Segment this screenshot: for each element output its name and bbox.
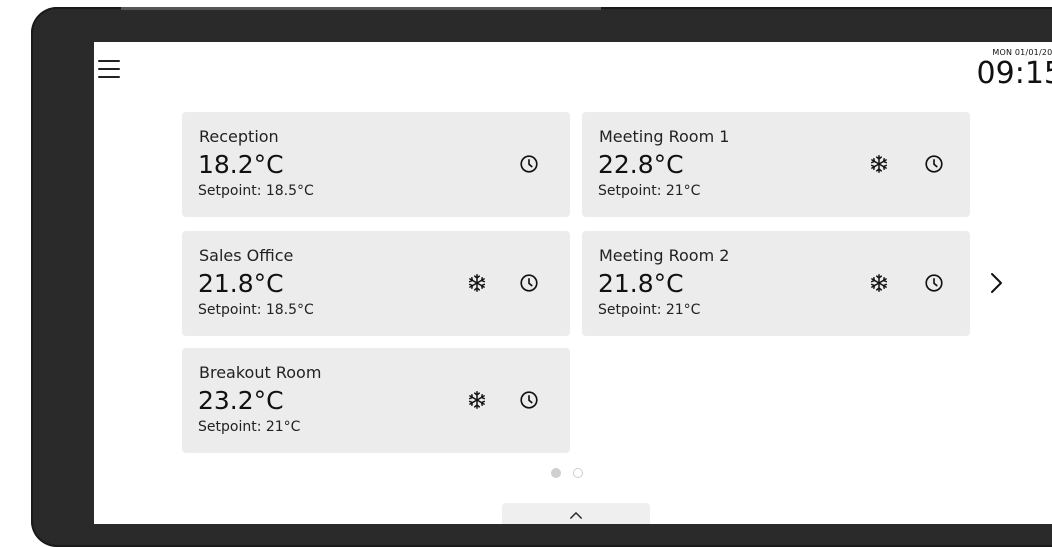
chevron-right-icon — [991, 273, 1002, 293]
clock-icon[interactable] — [922, 271, 946, 295]
room-name: Meeting Room 2 — [599, 246, 730, 265]
room-name: Reception — [199, 127, 279, 146]
drawer-toggle-button[interactable] — [502, 503, 650, 524]
time-label: 09:15 — [976, 56, 1052, 91]
page-dot-2[interactable] — [573, 468, 583, 478]
room-temperature: 21.8°C — [198, 269, 284, 298]
room-setpoint: Setpoint: 18.5°C — [198, 302, 314, 318]
room-temperature: 21.8°C — [598, 269, 684, 298]
room-temperature: 23.2°C — [198, 386, 284, 415]
thermostat-screen: MON 01/01/2024 09:15 Reception 18.2°C Se… — [94, 42, 1052, 524]
tablet-bezel: MON 01/01/2024 09:15 Reception 18.2°C Se… — [31, 7, 1052, 547]
hamburger-menu-icon-bar-1 — [98, 60, 120, 62]
room-setpoint: Setpoint: 21°C — [598, 302, 701, 318]
room-temperature: 22.8°C — [598, 150, 684, 179]
clock-icon[interactable] — [517, 388, 541, 412]
hamburger-menu-icon-bar-3 — [98, 76, 120, 78]
chevron-up-icon — [570, 511, 582, 519]
room-setpoint: Setpoint: 18.5°C — [198, 183, 314, 199]
snowflake-icon — [867, 271, 891, 295]
snowflake-icon — [465, 271, 489, 295]
room-name: Meeting Room 1 — [599, 127, 730, 146]
room-temperature: 18.2°C — [198, 150, 284, 179]
clock-icon[interactable] — [517, 271, 541, 295]
menu-button[interactable] — [98, 58, 120, 80]
room-card-meeting-room-1[interactable]: Meeting Room 1 22.8°C Setpoint: 21°C — [582, 112, 970, 217]
next-page-button[interactable] — [985, 270, 1007, 296]
page-indicator — [551, 468, 583, 478]
clock-icon[interactable] — [922, 152, 946, 176]
room-card-sales-office[interactable]: Sales Office 21.8°C Setpoint: 18.5°C — [182, 231, 570, 336]
room-setpoint: Setpoint: 21°C — [198, 419, 301, 435]
room-card-meeting-room-2[interactable]: Meeting Room 2 21.8°C Setpoint: 21°C — [582, 231, 970, 336]
clock-icon[interactable] — [517, 152, 541, 176]
room-name: Sales Office — [199, 246, 294, 265]
snowflake-icon — [867, 152, 891, 176]
page-dot-1[interactable] — [551, 468, 561, 478]
bezel-ridge — [121, 7, 601, 10]
snowflake-icon — [465, 388, 489, 412]
room-name: Breakout Room — [199, 363, 322, 382]
room-card-breakout-room[interactable]: Breakout Room 23.2°C Setpoint: 21°C — [182, 348, 570, 453]
room-setpoint: Setpoint: 21°C — [598, 183, 701, 199]
datetime-display: MON 01/01/2024 09:15 — [977, 48, 1052, 89]
room-card-reception[interactable]: Reception 18.2°C Setpoint: 18.5°C — [182, 112, 570, 217]
hamburger-menu-icon-bar-2 — [98, 68, 120, 70]
